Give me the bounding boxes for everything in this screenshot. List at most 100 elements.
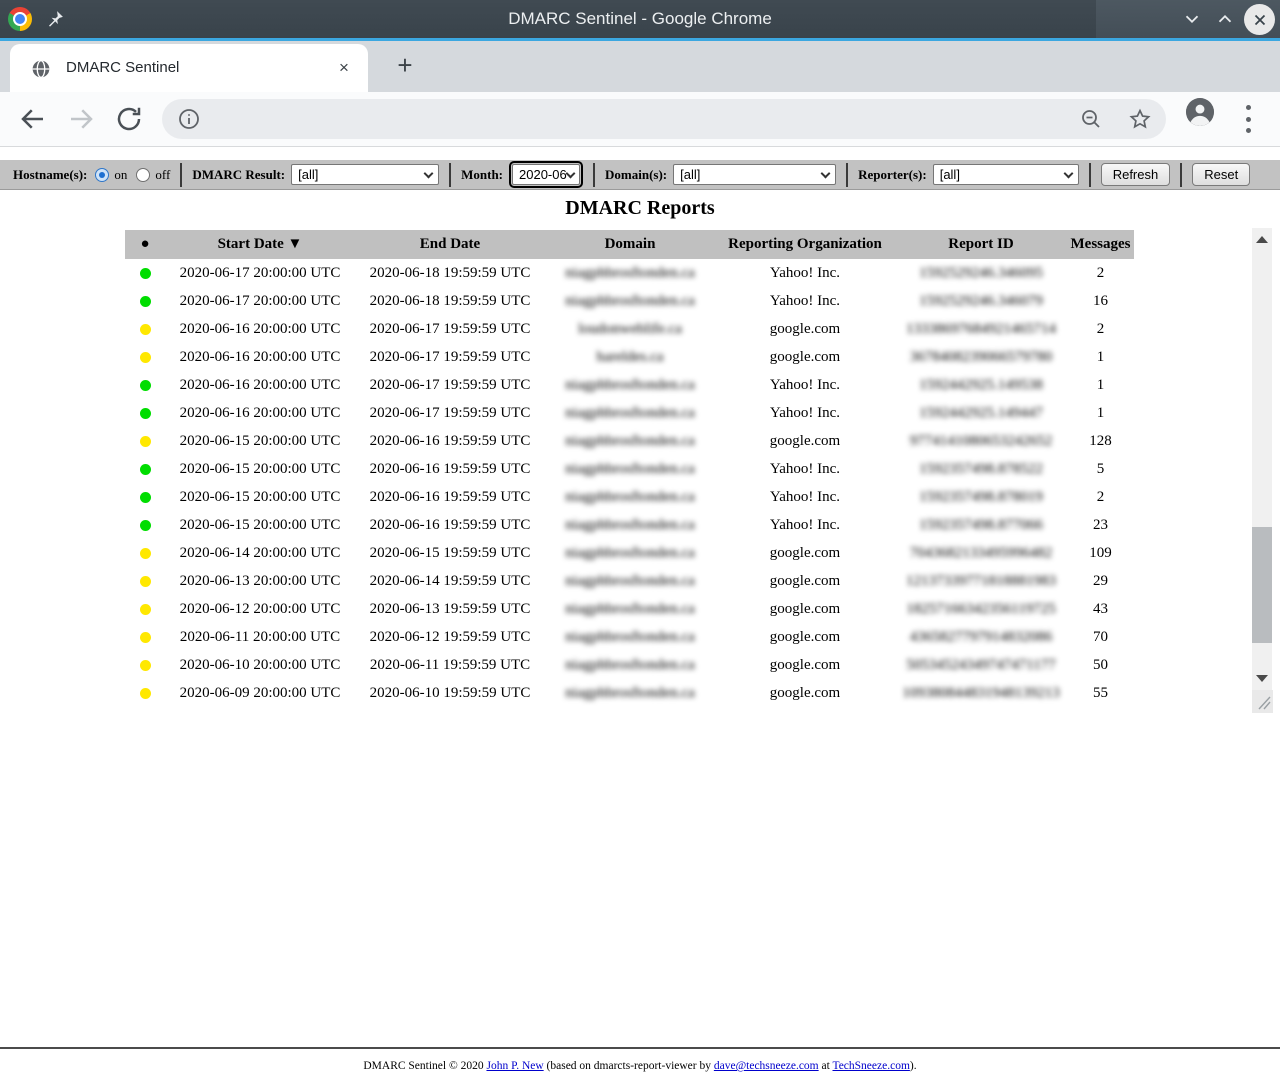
window-titlebar: DMARC Sentinel - Google Chrome xyxy=(0,0,1280,38)
page-info-icon[interactable] xyxy=(177,107,201,131)
table-row[interactable]: 2020-06-15 20:00:00 UTC2020-06-16 19:59:… xyxy=(125,511,1134,539)
cell-messages: 2 xyxy=(1067,483,1134,511)
cell-messages: 29 xyxy=(1067,567,1134,595)
cell-end: 2020-06-14 19:59:59 UTC xyxy=(355,567,545,595)
cell-org: google.com xyxy=(715,679,895,707)
cell-org: google.com xyxy=(715,567,895,595)
window-minimize-button[interactable] xyxy=(1179,8,1205,30)
table-row[interactable]: 2020-06-15 20:00:00 UTC2020-06-16 19:59:… xyxy=(125,483,1134,511)
cell-domain: niagphbrosftonden.ca xyxy=(545,427,715,455)
address-bar[interactable] xyxy=(162,99,1166,139)
table-row[interactable]: 2020-06-17 20:00:00 UTC2020-06-18 19:59:… xyxy=(125,259,1134,287)
cell-start: 2020-06-15 20:00:00 UTC xyxy=(165,455,355,483)
scroll-up-icon[interactable] xyxy=(1256,236,1268,243)
cell-end: 2020-06-16 19:59:59 UTC xyxy=(355,455,545,483)
cell-org: Yahoo! Inc. xyxy=(715,287,895,315)
cell-messages: 55 xyxy=(1067,679,1134,707)
table-row[interactable]: 2020-06-09 20:00:00 UTC2020-06-10 19:59:… xyxy=(125,679,1134,707)
domain-select[interactable]: [all] xyxy=(673,164,836,185)
column-header-status[interactable]: ● xyxy=(125,230,165,259)
reporter-label: Reporter(s): xyxy=(858,167,927,183)
table-row[interactable]: 2020-06-16 20:00:00 UTC2020-06-17 19:59:… xyxy=(125,371,1134,399)
browser-menu-icon[interactable] xyxy=(1245,105,1251,133)
hostname-label: Hostname(s): xyxy=(13,167,87,183)
table-row[interactable]: 2020-06-10 20:00:00 UTC2020-06-11 19:59:… xyxy=(125,651,1134,679)
cell-status xyxy=(125,343,165,371)
zoom-out-icon[interactable] xyxy=(1079,107,1103,131)
hostname-off-radio[interactable] xyxy=(136,168,150,182)
cell-status xyxy=(125,623,165,651)
status-dot-green xyxy=(140,464,151,475)
cell-report_id: 50534524349747471177 xyxy=(895,651,1067,679)
table-row[interactable]: 2020-06-13 20:00:00 UTC2020-06-14 19:59:… xyxy=(125,567,1134,595)
tab-dmarc-sentinel[interactable]: DMARC Sentinel × xyxy=(10,44,368,92)
cell-org: google.com xyxy=(715,651,895,679)
forward-button[interactable] xyxy=(66,104,96,134)
reload-button[interactable] xyxy=(114,104,144,134)
cell-status xyxy=(125,511,165,539)
table-row[interactable]: 2020-06-15 20:00:00 UTC2020-06-16 19:59:… xyxy=(125,455,1134,483)
reporter-select[interactable]: [all] xyxy=(933,164,1079,185)
table-row[interactable]: 2020-06-14 20:00:00 UTC2020-06-15 19:59:… xyxy=(125,539,1134,567)
cell-report_id: 4365827797914832086 xyxy=(895,623,1067,651)
cell-status xyxy=(125,315,165,343)
techsneeze-link[interactable]: TechSneeze.com xyxy=(832,1060,909,1072)
status-dot-green xyxy=(140,380,151,391)
refresh-button[interactable]: Refresh xyxy=(1101,163,1171,186)
status-dot-yellow xyxy=(140,352,151,363)
table-row[interactable]: 2020-06-16 20:00:00 UTC2020-06-17 19:59:… xyxy=(125,343,1134,371)
cell-status xyxy=(125,399,165,427)
cell-messages: 1 xyxy=(1067,371,1134,399)
cell-messages: 1 xyxy=(1067,343,1134,371)
bookmark-star-icon[interactable] xyxy=(1128,107,1152,131)
cell-domain: niagphbrosftonden.ca xyxy=(545,539,715,567)
cell-org: Yahoo! Inc. xyxy=(715,399,895,427)
resize-grip[interactable] xyxy=(1252,690,1273,713)
back-button[interactable] xyxy=(18,104,48,134)
status-dot-green xyxy=(140,408,151,419)
cell-report_id: 3678408239066579780 xyxy=(895,343,1067,371)
email-link[interactable]: dave@techsneeze.com xyxy=(714,1060,819,1072)
month-select-focus-ring: 2020-06 xyxy=(509,161,583,188)
column-header-org[interactable]: Reporting Organization xyxy=(715,230,895,259)
scrollbar-track[interactable] xyxy=(1252,228,1272,690)
dmarc-result-select[interactable]: [all] xyxy=(291,164,439,185)
cell-status xyxy=(125,595,165,623)
reset-button[interactable]: Reset xyxy=(1192,163,1250,186)
month-select[interactable]: 2020-06 xyxy=(512,164,580,185)
table-row[interactable]: 2020-06-16 20:00:00 UTC2020-06-17 19:59:… xyxy=(125,399,1134,427)
chevron-down-icon xyxy=(565,168,575,178)
tab-close-icon[interactable]: × xyxy=(336,60,352,76)
table-row[interactable]: 2020-06-15 20:00:00 UTC2020-06-16 19:59:… xyxy=(125,427,1134,455)
window-close-button[interactable] xyxy=(1244,4,1275,35)
column-header-start-date[interactable]: Start Date ▼ xyxy=(165,230,355,259)
table-row[interactable]: 2020-06-12 20:00:00 UTC2020-06-13 19:59:… xyxy=(125,595,1134,623)
table-row[interactable]: 2020-06-16 20:00:00 UTC2020-06-17 19:59:… xyxy=(125,315,1134,343)
author-link[interactable]: John P. New xyxy=(486,1060,543,1072)
cell-domain: niagphbrosftonden.ca xyxy=(545,511,715,539)
cell-end: 2020-06-18 19:59:59 UTC xyxy=(355,287,545,315)
status-dot-green xyxy=(140,520,151,531)
cell-messages: 2 xyxy=(1067,259,1134,287)
window-title: DMARC Sentinel - Google Chrome xyxy=(0,0,1280,38)
scrollbar-thumb[interactable] xyxy=(1252,527,1272,643)
window-maximize-button[interactable] xyxy=(1212,8,1238,30)
chevron-down-icon xyxy=(821,168,831,178)
profile-avatar-icon[interactable] xyxy=(1186,98,1214,126)
new-tab-button[interactable]: + xyxy=(390,51,420,81)
cell-domain: niagphbrosftonden.ca xyxy=(545,399,715,427)
filter-bar: Hostname(s): on off DMARC Result: [all] … xyxy=(0,160,1280,190)
column-header-domain[interactable]: Domain xyxy=(545,230,715,259)
hostname-on-radio[interactable] xyxy=(95,168,109,182)
table-row[interactable]: 2020-06-17 20:00:00 UTC2020-06-18 19:59:… xyxy=(125,287,1134,315)
filter-divider xyxy=(593,163,595,187)
column-header-messages[interactable]: Messages xyxy=(1067,230,1134,259)
table-row[interactable]: 2020-06-11 20:00:00 UTC2020-06-12 19:59:… xyxy=(125,623,1134,651)
status-dot-yellow xyxy=(140,632,151,643)
column-header-end-date[interactable]: End Date xyxy=(355,230,545,259)
cell-start: 2020-06-11 20:00:00 UTC xyxy=(165,623,355,651)
cell-start: 2020-06-10 20:00:00 UTC xyxy=(165,651,355,679)
status-dot-green xyxy=(140,268,151,279)
scroll-down-icon[interactable] xyxy=(1256,675,1268,682)
column-header-report-id[interactable]: Report ID xyxy=(895,230,1067,259)
